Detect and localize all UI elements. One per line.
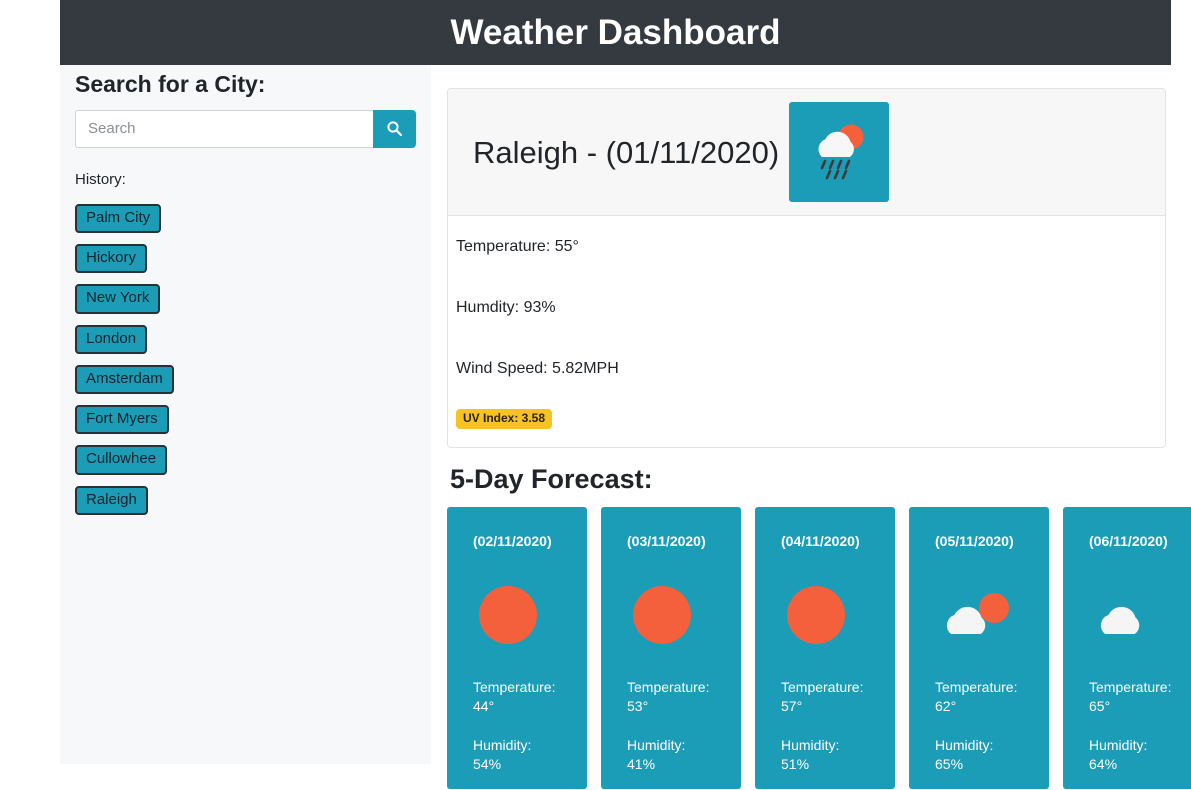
forecast-card-day-3: (04/11/2020) Temperature: 57° Humidity: … <box>755 506 895 789</box>
forecast-humidity-value: 51% <box>781 756 810 773</box>
forecast-temperature: Temperature: 65° <box>1089 678 1191 716</box>
forecast-temperature: Temperature: 44° <box>473 678 587 716</box>
main-content: Raleigh - (01/11/2020) Temperature: 55° … <box>447 88 1191 789</box>
partly-cloudy-icon <box>939 572 1049 658</box>
uv-index-row: UV Index: 3.58 <box>456 408 1165 429</box>
forecast-temperature-label: Temperature: <box>781 678 864 695</box>
forecast-date: (03/11/2020) <box>627 532 706 549</box>
forecast-humidity-value: 64% <box>1089 756 1118 773</box>
current-weather-details: Temperature: 55° Humdity: 93% Wind Speed… <box>448 216 1165 447</box>
forecast-temperature-value: 57° <box>781 697 803 714</box>
history-item-new-york[interactable]: New York <box>75 284 161 314</box>
forecast-temperature-value: 53° <box>627 697 649 714</box>
forecast-date: (04/11/2020) <box>781 532 860 549</box>
history-item-raleigh[interactable]: Raleigh <box>75 485 148 515</box>
cloud-icon <box>1093 572 1191 658</box>
forecast-card-day-1: (02/11/2020) Temperature: 44° Humidity: … <box>447 506 587 789</box>
current-temperature: Temperature: 55° <box>456 238 579 255</box>
app-header: Weather Dashboard <box>60 0 1171 65</box>
forecast-card-day-4: (05/11/2020) Temperature: 62° Humidity: … <box>909 506 1049 789</box>
forecast-temperature-label: Temperature: <box>1089 678 1172 695</box>
forecast-card-day-2: (03/11/2020) Temperature: 53° Humidity: … <box>601 506 741 789</box>
forecast-date: (05/11/2020) <box>935 532 1014 549</box>
forecast-humidity-label: Humidity: <box>627 737 686 754</box>
history-list: Palm City Hickory New York London Amster… <box>75 203 416 515</box>
forecast-date: (06/11/2020) <box>1089 532 1168 549</box>
history-item-palm-city[interactable]: Palm City <box>75 203 162 234</box>
rain-with-sun-icon <box>806 119 872 186</box>
sun-icon <box>631 572 741 658</box>
forecast-temperature-label: Temperature: <box>473 678 556 695</box>
search-sidebar: Search for a City: History: Palm City Hi… <box>60 65 431 764</box>
current-weather-card: Raleigh - (01/11/2020) Temperature: 55° … <box>447 88 1166 448</box>
forecast-humidity-label: Humidity: <box>935 737 994 754</box>
history-item-amsterdam[interactable]: Amsterdam <box>75 364 174 395</box>
sun-icon <box>785 572 895 658</box>
page-title: Weather Dashboard <box>450 13 781 52</box>
forecast-humidity: Humidity: 64% <box>1089 736 1191 774</box>
forecast-temperature: Temperature: 53° <box>627 678 741 716</box>
history-item-fort-myers[interactable]: Fort Myers <box>75 405 169 435</box>
current-weather-icon-tile <box>789 102 890 202</box>
forecast-humidity: Humidity: 54% <box>473 736 587 774</box>
forecast-temperature-value: 44° <box>473 697 495 714</box>
uv-index-badge: UV Index: 3.58 <box>456 408 553 429</box>
forecast-card-day-5: (06/11/2020) Temperature: 65° Humidity: … <box>1063 506 1191 789</box>
history-label: History: <box>75 170 126 188</box>
forecast-temperature: Temperature: 62° <box>935 678 1049 716</box>
forecast-humidity-label: Humidity: <box>1089 737 1148 754</box>
forecast-humidity-label: Humidity: <box>473 737 532 754</box>
forecast-temperature-label: Temperature: <box>935 678 1018 695</box>
current-city-and-date: Raleigh - (01/11/2020) <box>473 134 780 170</box>
forecast-humidity: Humidity: 41% <box>627 736 741 774</box>
current-wind-speed: Wind Speed: 5.82MPH <box>456 360 619 378</box>
search-icon <box>386 120 403 137</box>
history-item-hickory[interactable]: Hickory <box>75 244 148 274</box>
current-weather-header: Raleigh - (01/11/2020) <box>448 89 1165 216</box>
forecast-temperature-label: Temperature: <box>627 678 710 695</box>
sun-icon <box>477 572 587 658</box>
search-button[interactable] <box>373 109 416 148</box>
search-input[interactable] <box>75 109 373 148</box>
forecast-humidity-value: 65% <box>935 756 964 773</box>
forecast-temperature-value: 62° <box>935 697 957 714</box>
forecast-humidity: Humidity: 51% <box>781 736 895 774</box>
current-humidity: Humdity: 93% <box>456 299 556 317</box>
forecast-heading: 5-Day Forecast: <box>450 463 653 494</box>
forecast-temperature-value: 65° <box>1089 697 1111 714</box>
history-item-cullowhee[interactable]: Cullowhee <box>75 445 168 475</box>
forecast-humidity-value: 54% <box>473 756 502 773</box>
forecast-humidity-label: Humidity: <box>781 737 840 754</box>
forecast-humidity-value: 41% <box>627 756 656 773</box>
forecast-date: (02/11/2020) <box>473 532 552 549</box>
forecast-temperature: Temperature: 57° <box>781 678 895 716</box>
forecast-list: (02/11/2020) Temperature: 44° Humidity: … <box>447 506 1191 789</box>
search-row <box>75 109 416 148</box>
forecast-humidity: Humidity: 65% <box>935 736 1049 774</box>
sidebar-heading: Search for a City: <box>75 71 266 97</box>
history-item-london[interactable]: London <box>75 324 148 354</box>
